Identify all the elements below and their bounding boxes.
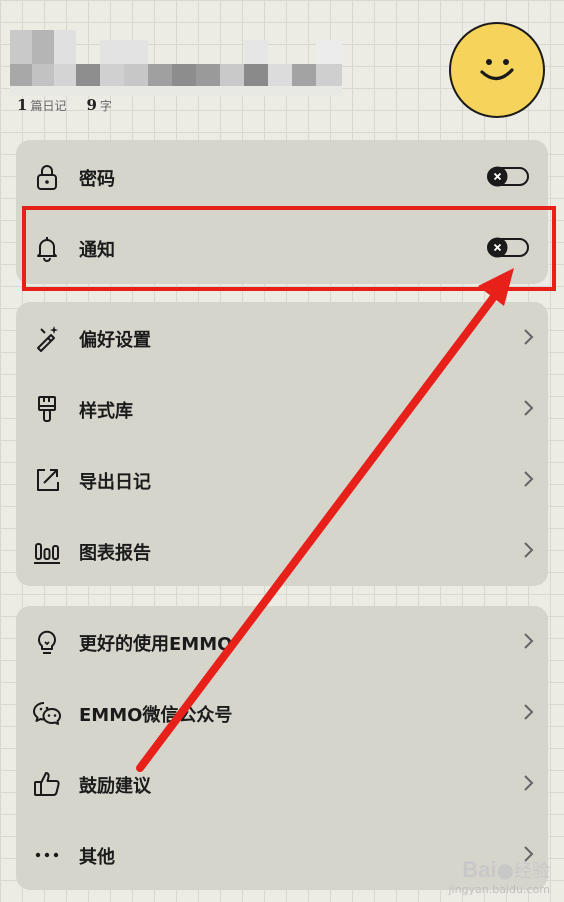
more-icon [35, 852, 59, 858]
paint-brush-icon [38, 396, 56, 422]
security-card: 密码 通知 [16, 140, 548, 284]
chevron-right-icon [524, 704, 534, 720]
lightbulb-icon [38, 630, 56, 654]
chevron-right-icon [524, 329, 534, 345]
avatar[interactable] [449, 22, 545, 118]
about-item-label: 更好的使用EMMO [79, 634, 233, 655]
password-row[interactable]: 密码 [16, 141, 548, 212]
notification-label: 通知 [79, 240, 115, 261]
chevron-right-icon [524, 775, 534, 791]
settings-item-label: 图表报告 [79, 543, 151, 564]
about-item-label: 鼓励建议 [79, 776, 151, 797]
settings-item-style-library[interactable]: 样式库 [16, 373, 548, 444]
magic-wand-icon [37, 326, 58, 352]
export-icon [37, 469, 59, 491]
about-card: 更好的使用EMMO EMMO微信公众号 鼓励建议 其他 [16, 606, 548, 890]
chevron-right-icon [524, 633, 534, 649]
about-item-better-use[interactable]: 更好的使用EMMO [16, 606, 548, 677]
about-item-label: EMMO微信公众号 [79, 705, 233, 726]
wechat-icon [33, 702, 61, 725]
settings-item-export-diary[interactable]: 导出日记 [16, 444, 548, 515]
entries-stat: 1 篇日记 [17, 96, 67, 114]
chevron-right-icon [524, 471, 534, 487]
smiley-face-icon [480, 59, 514, 81]
words-stat: 9字 [86, 96, 112, 114]
watermark-brand: Bai [462, 857, 497, 882]
thumbs-up-icon [34, 772, 60, 796]
about-item-wechat[interactable]: EMMO微信公众号 [16, 677, 548, 748]
baidu-watermark: Bai●经验 jingyan.baidu.com [448, 857, 550, 896]
chevron-right-icon [524, 542, 534, 558]
lock-icon [37, 165, 57, 190]
paw-icon: ● [496, 858, 514, 882]
bar-chart-icon [34, 543, 60, 564]
settings-card: 偏好设置 样式库 导出日记 图表报告 [16, 302, 548, 586]
bell-icon [37, 237, 57, 262]
settings-item-preferences[interactable]: 偏好设置 [16, 302, 548, 373]
username-blurred [10, 30, 346, 98]
settings-item-chart-report[interactable]: 图表报告 [16, 515, 548, 586]
password-label: 密码 [79, 169, 115, 190]
watermark-brand-cn: 经验 [514, 861, 550, 882]
watermark-url: jingyan.baidu.com [448, 883, 550, 896]
password-toggle[interactable] [487, 166, 530, 187]
notification-toggle[interactable] [487, 237, 530, 258]
about-item-label: 其他 [79, 847, 115, 868]
diary-stats: 1 篇日记 9字 [17, 96, 112, 114]
chevron-right-icon [524, 400, 534, 416]
settings-item-label: 样式库 [79, 401, 133, 422]
settings-item-label: 偏好设置 [79, 330, 151, 351]
about-item-feedback[interactable]: 鼓励建议 [16, 748, 548, 819]
notification-row[interactable]: 通知 [16, 212, 548, 283]
settings-item-label: 导出日记 [79, 472, 151, 493]
